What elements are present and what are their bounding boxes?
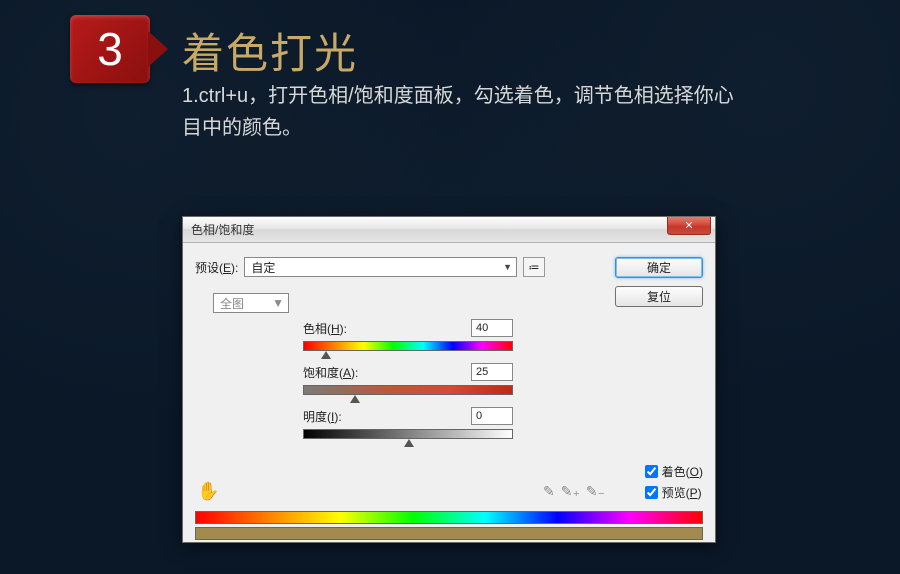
preview-checkbox[interactable]: 预览(P) bbox=[645, 484, 703, 501]
dialog-title: 色相/饱和度 bbox=[191, 221, 254, 238]
step-number: 3 bbox=[97, 22, 123, 76]
colorize-checkbox[interactable]: 着色(O) bbox=[645, 463, 703, 480]
saturation-label: 饱和度(A): bbox=[303, 364, 358, 381]
lightness-label: 明度(I): bbox=[303, 408, 342, 425]
close-button[interactable]: ✕ bbox=[667, 217, 711, 235]
hue-saturation-dialog: 色相/饱和度 ✕ 预设(E): 自定 ▼ ≔ 确定 复位 全图 ▼ bbox=[182, 216, 716, 543]
lightness-input[interactable]: 0 bbox=[471, 407, 513, 425]
tools-row: ✋ ✎ ✎₊ ✎₋ bbox=[197, 481, 605, 502]
close-icon: ✕ bbox=[684, 219, 693, 232]
preset-label: 预设(E): bbox=[195, 259, 238, 276]
dialog-buttons: 确定 复位 bbox=[615, 257, 703, 307]
lightness-thumb[interactable] bbox=[404, 439, 414, 447]
step-badge: 3 bbox=[70, 15, 150, 83]
eyedropper-subtract-icon[interactable]: ✎₋ bbox=[586, 483, 605, 500]
preview-input[interactable] bbox=[645, 486, 658, 499]
chevron-down-icon: ▼ bbox=[503, 262, 512, 272]
spectrum-bar bbox=[195, 511, 703, 524]
lightness-row: 明度(I): 0 bbox=[303, 407, 513, 425]
dialog-titlebar[interactable]: 色相/饱和度 ✕ bbox=[183, 217, 715, 243]
hue-label: 色相(H): bbox=[303, 320, 347, 337]
preset-row: 预设(E): 自定 ▼ ≔ bbox=[195, 257, 545, 277]
hue-thumb[interactable] bbox=[321, 351, 331, 359]
preset-value: 自定 bbox=[251, 259, 275, 276]
colorize-input[interactable] bbox=[645, 465, 658, 478]
hue-input[interactable]: 40 bbox=[471, 319, 513, 337]
lightness-slider[interactable] bbox=[303, 429, 513, 439]
reset-button[interactable]: 复位 bbox=[615, 286, 703, 307]
result-color-bar bbox=[195, 527, 703, 540]
saturation-slider[interactable] bbox=[303, 385, 513, 395]
chevron-down-icon: ▼ bbox=[272, 296, 284, 310]
saturation-row: 饱和度(A): 25 bbox=[303, 363, 513, 381]
checkbox-group: 着色(O) 预览(P) bbox=[645, 463, 703, 505]
channel-value: 全图 bbox=[220, 295, 244, 312]
hand-icon[interactable]: ✋ bbox=[197, 481, 219, 502]
dialog-body: 预设(E): 自定 ▼ ≔ 确定 复位 全图 ▼ 色相(H): 40 bbox=[183, 243, 715, 542]
step-description: 1.ctrl+u，打开色相/饱和度面板，勾选着色，调节色相选择你心目中的颜色。 bbox=[182, 80, 742, 144]
hue-slider[interactable] bbox=[303, 341, 513, 351]
saturation-input[interactable]: 25 bbox=[471, 363, 513, 381]
preset-menu-button[interactable]: ≔ bbox=[523, 257, 545, 277]
sliders: 色相(H): 40 饱和度(A): 25 明度(I): 0 bbox=[303, 319, 513, 439]
colorize-label: 着色(O) bbox=[662, 463, 703, 480]
saturation-thumb[interactable] bbox=[350, 395, 360, 403]
eyedropper-group: ✎ ✎₊ ✎₋ bbox=[543, 483, 605, 500]
preset-select[interactable]: 自定 ▼ bbox=[244, 257, 517, 277]
eyedropper-icon[interactable]: ✎ bbox=[543, 483, 555, 500]
ok-button[interactable]: 确定 bbox=[615, 257, 703, 278]
preview-label: 预览(P) bbox=[662, 484, 702, 501]
hue-row: 色相(H): 40 bbox=[303, 319, 513, 337]
eyedropper-add-icon[interactable]: ✎₊ bbox=[561, 483, 580, 500]
menu-icon: ≔ bbox=[529, 261, 540, 274]
step-title: 着色打光 bbox=[182, 20, 358, 81]
channel-select[interactable]: 全图 ▼ bbox=[213, 293, 289, 313]
